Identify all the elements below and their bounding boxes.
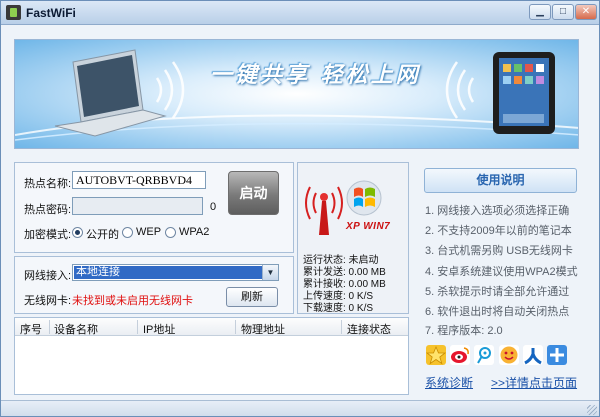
window-title: FastWiFi	[26, 6, 76, 20]
close-button[interactable]: ✕	[575, 4, 597, 20]
status-panel: XP WIN7 运行状态: 未启动 累计发送: 0.00 MB 累计接收: 0.…	[297, 162, 409, 314]
hotspot-config-panel: 热点名称: AUTOBVT-QRBBVD4 热点密码: 0 启动 加密模式: 公…	[14, 162, 294, 253]
details-link[interactable]: >>详情点击页面	[491, 374, 577, 391]
help-tip: 2. 不支持2009年以前的笔记本	[425, 225, 572, 237]
help-tip: 5. 杀软提示时请全部允许通过	[425, 286, 570, 298]
renren-icon[interactable]	[523, 345, 543, 365]
radio-wpa2-label: WPA2	[179, 226, 210, 238]
password-length: 0	[210, 201, 217, 213]
network-panel: 网线接入: 本地连接 ▼ 无线网卡: 未找到或未启用无线网卡 刷新	[14, 256, 294, 314]
status-bar	[1, 400, 599, 416]
more-share-icon[interactable]	[547, 345, 567, 365]
access-select[interactable]: 本地连接 ▼	[72, 264, 279, 281]
title-bar[interactable]: FastWiFi ▁ □ ✕	[1, 1, 599, 25]
refresh-button[interactable]: 刷新	[226, 287, 278, 307]
tablet-icon	[493, 52, 555, 134]
radio-open[interactable]	[72, 227, 83, 238]
app-window: FastWiFi ▁ □ ✕ 一键共享 轻松上网 热点名称: AUTOBVT-Q…	[0, 0, 600, 417]
column-header[interactable]: 设备名称	[54, 321, 98, 337]
password-label: 热点密码:	[24, 204, 72, 216]
weibo-icon[interactable]	[450, 345, 470, 365]
help-title-button[interactable]: 使用说明	[424, 168, 577, 193]
signal-tower-icon	[305, 186, 343, 235]
os-support-label: XP WIN7	[346, 221, 391, 232]
column-header[interactable]: 序号	[20, 321, 42, 337]
device-table[interactable]: 序号 设备名称 IP地址 物理地址 连接状态	[14, 317, 409, 395]
start-button[interactable]: 启动	[228, 171, 279, 215]
column-header[interactable]: 连接状态	[347, 321, 391, 337]
password-input[interactable]	[72, 197, 203, 215]
help-tip: 1. 网线接入选项必须选择正确	[425, 205, 570, 217]
banner-slogan: 一键共享 轻松上网	[210, 62, 421, 88]
ssid-input[interactable]: AUTOBVT-QRBBVD4	[72, 171, 206, 189]
ssid-label: 热点名称:	[24, 178, 72, 190]
wireless-status: 未找到或未启用无线网卡	[72, 295, 193, 307]
help-tip: 3. 台式机需另购 USB无线网卡	[425, 245, 573, 257]
radio-open-label: 公开的	[86, 229, 119, 241]
column-header[interactable]: IP地址	[143, 321, 175, 337]
chevron-down-icon[interactable]: ▼	[262, 265, 278, 280]
resize-grip-icon[interactable]	[587, 405, 597, 415]
qzone-icon[interactable]	[425, 345, 447, 365]
radio-wpa2[interactable]	[165, 227, 176, 238]
encryption-label: 加密模式:	[24, 229, 72, 241]
windows-logo-icon	[346, 180, 382, 216]
wireless-label: 无线网卡:	[24, 295, 72, 307]
help-tip: 7. 程序版本: 2.0	[425, 325, 503, 337]
radio-wep[interactable]	[122, 227, 133, 238]
laptop-icon	[54, 49, 167, 137]
help-tip: 6. 软件退出时将自动关闭热点	[425, 306, 570, 318]
system-diagnose-link[interactable]: 系统诊断	[425, 374, 473, 391]
column-header[interactable]: 物理地址	[241, 321, 285, 337]
access-label: 网线接入:	[24, 270, 72, 282]
app-icon	[6, 5, 21, 20]
minimize-button[interactable]: ▁	[529, 4, 551, 20]
maximize-button[interactable]: □	[552, 4, 574, 20]
radio-wep-label: WEP	[136, 226, 162, 238]
kaixin-icon[interactable]	[499, 345, 519, 365]
tencent-weibo-icon[interactable]	[474, 345, 494, 365]
help-tip: 4. 安卓系统建议使用WPA2模式	[425, 266, 578, 278]
access-select-value: 本地连接	[74, 266, 262, 279]
banner: 一键共享 轻松上网	[14, 39, 579, 149]
download-speed: 下载速度: 0 K/S	[303, 303, 374, 314]
table-header: 序号 设备名称 IP地址 物理地址 连接状态	[15, 318, 408, 336]
